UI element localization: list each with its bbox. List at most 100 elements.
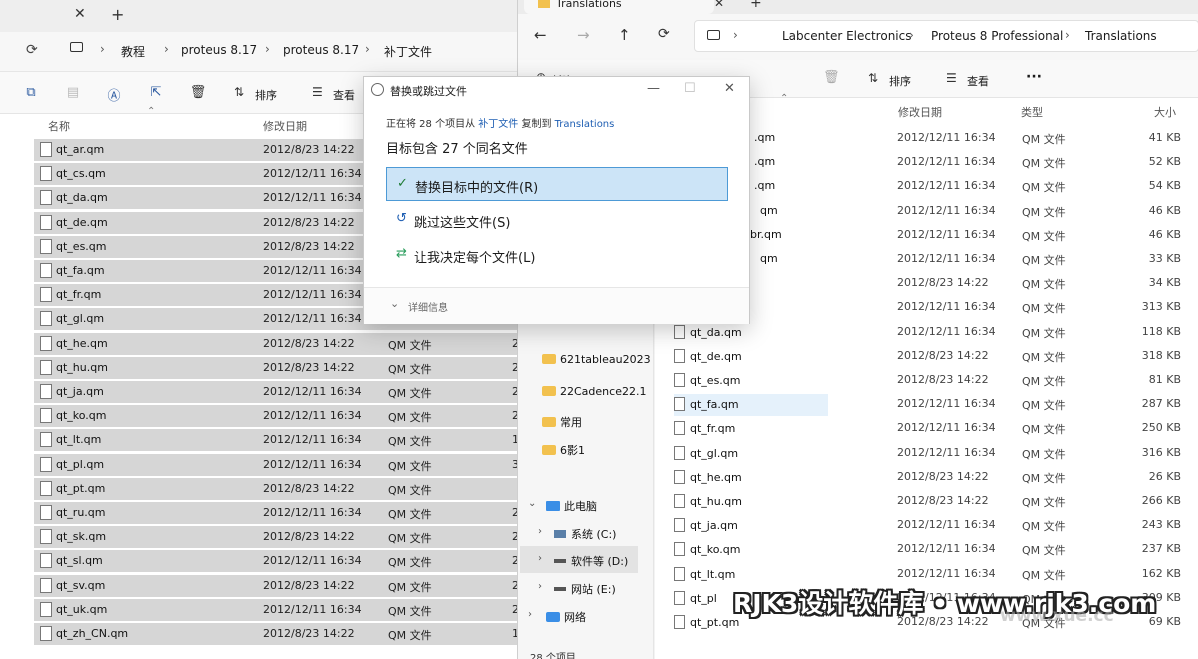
partial-file-name[interactable]: .qm xyxy=(754,179,775,192)
chevron-right-icon[interactable]: › xyxy=(538,553,542,564)
breadcrumb-item[interactable]: proteus 8.17 xyxy=(283,43,359,57)
refresh-icon[interactable]: ⟳ xyxy=(658,26,670,42)
delete-icon[interactable]: 🗑 xyxy=(189,85,207,101)
view-icon[interactable]: ☰ xyxy=(946,71,957,85)
new-tab-icon[interactable]: + xyxy=(111,5,124,24)
sort-ascending-icon: ⌃ xyxy=(147,106,156,117)
replace-files-option[interactable]: ✓ 替换目标中的文件(R) xyxy=(386,167,728,201)
partial-file-name[interactable]: qm xyxy=(760,204,778,217)
list-item[interactable]: qt_hu.qm xyxy=(674,491,828,513)
new-tab-icon[interactable]: + xyxy=(750,0,762,11)
minimize-button[interactable]: — xyxy=(647,81,660,96)
chevron-down-icon[interactable]: ⌄ xyxy=(528,498,536,509)
dialog-title-bar[interactable]: 替换或跳过文件 — ☐ ✕ xyxy=(364,77,749,103)
rename-icon[interactable]: Ⓐ xyxy=(105,85,123,104)
file-type: QM 文件 xyxy=(1022,254,1066,267)
column-header-type[interactable]: 类型 xyxy=(1021,104,1043,120)
view-button[interactable]: 查看 xyxy=(967,73,989,89)
chevron-right-icon[interactable]: › xyxy=(538,526,542,537)
source-folder-link[interactable]: 补丁文件 xyxy=(478,119,518,130)
folder-icon xyxy=(542,386,556,396)
list-item[interactable]: qt_de.qm xyxy=(674,346,828,368)
column-header-date[interactable]: 修改日期 xyxy=(898,104,942,120)
breadcrumb-item[interactable]: 补丁文件 xyxy=(384,43,432,60)
list-item[interactable]: qt_ja.qm xyxy=(674,515,828,537)
close-tab-icon[interactable]: ✕ xyxy=(74,6,86,22)
list-item[interactable]: qt_lt.qm xyxy=(674,564,828,586)
partial-file-name[interactable]: br.qm xyxy=(750,228,782,241)
file-icon xyxy=(40,529,52,545)
sort-button[interactable]: 排序 xyxy=(255,87,277,103)
list-item[interactable]: qt_fr.qm xyxy=(674,418,828,440)
up-icon[interactable]: ↑ xyxy=(618,26,631,44)
table-row[interactable]: qt_he.qm 2012/8/23 14:22 QM 文件 2 xyxy=(34,332,520,355)
list-item[interactable]: qt_da.qm xyxy=(674,322,828,344)
chevron-right-icon[interactable]: › xyxy=(538,581,542,592)
refresh-icon[interactable]: ⟳ xyxy=(26,42,38,58)
maximize-button[interactable]: ☐ xyxy=(684,81,696,96)
partial-file-name[interactable]: .qm xyxy=(754,131,775,144)
nav-drive-e[interactable]: 网站 (E:) xyxy=(554,581,616,603)
partial-file-name[interactable]: .qm xyxy=(754,155,775,168)
column-header-size[interactable]: 大小 xyxy=(1154,104,1176,120)
nav-drive-d[interactable]: 软件等 (D:) xyxy=(554,553,628,575)
back-icon[interactable]: ← xyxy=(534,26,547,44)
list-item[interactable]: qt_es.qm xyxy=(674,370,828,392)
breadcrumb-item[interactable]: 教程 xyxy=(121,43,145,60)
list-item[interactable]: qt_gl.qm xyxy=(674,443,828,465)
column-header-date[interactable]: 修改日期 xyxy=(263,118,307,134)
partial-file-name[interactable]: qm xyxy=(760,252,778,265)
details-toggle[interactable]: 详细信息 xyxy=(408,299,448,314)
chevron-down-icon[interactable]: ⌄ xyxy=(390,297,399,310)
column-header-name[interactable]: 名称 xyxy=(48,118,70,134)
breadcrumb-item[interactable]: Translations xyxy=(1085,29,1157,43)
decide-each-option[interactable]: ⇄ 让我决定每个文件(L) xyxy=(386,238,728,272)
close-tab-icon[interactable]: ✕ xyxy=(714,0,724,10)
file-icon xyxy=(40,166,52,182)
breadcrumb-item[interactable]: proteus 8.17 xyxy=(181,43,257,57)
table-row[interactable]: qt_sl.qm 2012/12/11 16:34 QM 文件 2 xyxy=(34,550,520,573)
breadcrumb-item[interactable]: Proteus 8 Professional xyxy=(931,29,1063,43)
table-row[interactable]: qt_hu.qm 2012/8/23 14:22 QM 文件 2 xyxy=(34,356,520,379)
table-row[interactable]: qt_ru.qm 2012/12/11 16:34 QM 文件 2 xyxy=(34,502,520,524)
view-icon[interactable]: ☰ xyxy=(312,85,323,99)
forward-icon[interactable]: → xyxy=(577,26,590,44)
nav-this-pc[interactable]: 此电脑 xyxy=(546,498,597,520)
breadcrumb-item[interactable]: Labcenter Electronics xyxy=(782,29,911,43)
table-row[interactable]: qt_pl.qm 2012/12/11 16:34 QM 文件 3 xyxy=(34,453,520,476)
delete-icon[interactable]: 🗑 xyxy=(823,70,840,85)
skip-files-option[interactable]: ↺ 跳过这些文件(S) xyxy=(386,203,728,237)
close-button[interactable]: ✕ xyxy=(724,81,735,96)
table-row[interactable]: qt_ko.qm 2012/12/11 16:34 QM 文件 2 xyxy=(34,405,520,428)
view-button[interactable]: 查看 xyxy=(333,87,355,103)
sort-button[interactable]: 排序 xyxy=(889,73,911,89)
table-row[interactable]: qt_uk.qm 2012/12/11 16:34 QM 文件 2 xyxy=(34,598,520,621)
nav-folder[interactable]: 6影1 xyxy=(542,442,585,464)
table-row[interactable]: qt_ja.qm 2012/12/11 16:34 QM 文件 2 xyxy=(34,381,520,403)
sort-icon[interactable]: ⇅ xyxy=(234,85,244,99)
tab-translations[interactable]: Translations xyxy=(524,0,714,14)
more-options-icon[interactable]: ··· xyxy=(1026,69,1042,85)
sort-icon[interactable]: ⇅ xyxy=(868,71,878,85)
nav-drive-c[interactable]: 系统 (C:) xyxy=(554,526,616,548)
share-icon[interactable]: ⇱ xyxy=(147,85,165,101)
nav-folder[interactable]: 621tableau2023 xyxy=(542,353,651,375)
list-item[interactable]: qt_ko.qm xyxy=(674,539,828,561)
table-row[interactable]: qt_sv.qm 2012/8/23 14:22 QM 文件 2 xyxy=(34,574,520,597)
paste-icon[interactable]: ▤ xyxy=(64,85,82,101)
list-item[interactable]: qt_fa.qm xyxy=(674,394,828,417)
file-size: 243 KB xyxy=(1141,518,1181,532)
file-type: QM 文件 xyxy=(1022,278,1066,292)
destination-folder-link[interactable]: Translations xyxy=(555,119,615,130)
copy-icon[interactable]: ⧉ xyxy=(22,85,40,101)
this-pc-icon[interactable] xyxy=(70,42,83,52)
list-item[interactable]: qt_he.qm xyxy=(674,467,828,489)
table-row[interactable]: qt_pt.qm 2012/8/23 14:22 QM 文件 xyxy=(34,477,520,500)
chevron-right-icon[interactable]: › xyxy=(528,609,532,620)
nav-folder[interactable]: 常用 xyxy=(542,414,582,436)
nav-network[interactable]: 网络 xyxy=(546,609,586,631)
table-row[interactable]: qt_lt.qm 2012/12/11 16:34 QM 文件 1 xyxy=(34,429,520,452)
table-row[interactable]: qt_sk.qm 2012/8/23 14:22 QM 文件 2 xyxy=(34,526,520,549)
table-row[interactable]: qt_zh_CN.qm 2012/8/23 14:22 QM 文件 1 xyxy=(34,623,520,645)
nav-folder[interactable]: 22Cadence22.1 xyxy=(542,385,646,407)
